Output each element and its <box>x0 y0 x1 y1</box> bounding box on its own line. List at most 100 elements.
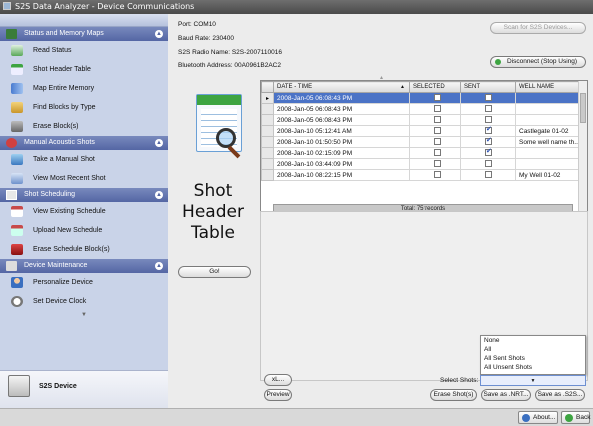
cell-well-name[interactable]: Castlegate 01-02 <box>515 125 580 137</box>
cell-sent[interactable] <box>460 169 516 181</box>
sent-checkbox[interactable] <box>485 171 492 179</box>
sidebar-item-map-entire-memory[interactable]: Map Entire Memory <box>0 79 168 98</box>
selected-checkbox[interactable] <box>434 127 441 135</box>
selected-checkbox[interactable] <box>434 105 441 113</box>
table-row[interactable]: 2008-Jan-10 08:22:15 PM My Well 01-02 <box>261 169 580 181</box>
cell-date-time[interactable]: 2008-Jan-10 08:22:15 PM <box>273 169 410 181</box>
sidebar-item-upload-new-schedule[interactable]: Upload New Schedule <box>0 221 168 240</box>
selected-checkbox[interactable] <box>434 94 441 102</box>
cell-selected[interactable] <box>409 103 461 115</box>
xl-button[interactable]: xL... <box>264 374 292 386</box>
cell-selected[interactable] <box>409 158 461 170</box>
cell-sent[interactable] <box>460 125 516 137</box>
cell-selected[interactable] <box>409 136 461 148</box>
cell-selected[interactable] <box>409 169 461 181</box>
sidebar-item-erase-schedule-blocks[interactable]: Erase Schedule Block(s) <box>0 240 168 259</box>
scan-devices-button[interactable]: Scan for S2S Devices... <box>490 22 586 34</box>
sidebar-item-read-status[interactable]: Read Status <box>0 41 168 60</box>
cell-selected[interactable] <box>409 114 461 126</box>
cell-sent[interactable] <box>460 92 516 104</box>
option-all[interactable]: All <box>481 345 585 354</box>
table-row[interactable]: 2008-Jan-10 02:15:09 PM <box>261 147 580 159</box>
sent-checkbox[interactable] <box>485 149 492 157</box>
table-row[interactable]: 2008-Jan-10 05:12:41 AM Castlegate 01-02 <box>261 125 580 137</box>
select-shots-dropdown[interactable]: ▼ <box>480 375 586 386</box>
cell-well-name[interactable] <box>515 103 580 115</box>
sidebar-item-view-most-recent-shot[interactable]: View Most Recent Shot <box>0 169 168 188</box>
cell-date-time[interactable]: 2008-Jan-05 06:08:43 PM <box>273 114 410 126</box>
row-header[interactable] <box>261 136 274 148</box>
cell-sent[interactable] <box>460 158 516 170</box>
section-status-and-memory-maps[interactable]: Status and Memory Maps ▲ <box>0 27 168 41</box>
cell-well-name[interactable]: Some well name th... <box>515 136 580 148</box>
sent-checkbox[interactable] <box>485 138 492 146</box>
section-device-maintenance[interactable]: Device Maintenance ▲ <box>0 259 168 273</box>
selected-checkbox[interactable] <box>434 171 441 179</box>
erase-shots-button[interactable]: Erase Shot(s) <box>430 389 477 401</box>
selected-checkbox[interactable] <box>434 138 441 146</box>
cell-date-time[interactable]: 2008-Jan-10 02:15:09 PM <box>273 147 410 159</box>
cell-date-time[interactable]: 2008-Jan-10 03:44:09 PM <box>273 158 410 170</box>
back-button[interactable]: Back <box>561 411 590 424</box>
save-s2s-button[interactable]: Save as .S2S... <box>535 389 585 401</box>
row-header[interactable] <box>261 169 274 181</box>
cell-well-name[interactable] <box>515 114 580 126</box>
option-all-unsent-shots[interactable]: All Unsent Shots <box>481 363 585 372</box>
table-row[interactable]: ▸ 2008-Jan-05 06:08:43 PM <box>261 92 580 104</box>
chevron-up-icon[interactable]: ▲ <box>155 262 163 270</box>
sidebar-item-personalize-device[interactable]: Personalize Device <box>0 273 168 292</box>
cell-sent[interactable] <box>460 147 516 159</box>
splitter-middle[interactable]: ▾ <box>424 204 427 211</box>
table-row[interactable]: 2008-Jan-10 01:50:50 PM Some well name th… <box>261 136 580 148</box>
save-nrt-button[interactable]: Save as .NRT... <box>481 389 531 401</box>
table-row[interactable]: 2008-Jan-05 06:08:43 PM <box>261 114 580 126</box>
sidebar-item-view-existing-schedule[interactable]: View Existing Schedule <box>0 202 168 221</box>
cell-selected[interactable] <box>409 92 461 104</box>
cell-selected[interactable] <box>409 147 461 159</box>
selected-checkbox[interactable] <box>434 160 441 168</box>
cell-date-time[interactable]: 2008-Jan-10 05:12:41 AM <box>273 125 410 137</box>
cell-sent[interactable] <box>460 136 516 148</box>
cell-sent[interactable] <box>460 114 516 126</box>
chevron-up-icon[interactable]: ▲ <box>155 30 163 38</box>
cell-selected[interactable] <box>409 125 461 137</box>
sent-checkbox[interactable] <box>485 94 492 102</box>
chevron-up-icon[interactable]: ▲ <box>155 139 163 147</box>
section-manual-acoustic-shots[interactable]: Manual Acoustic Shots ▲ <box>0 136 168 150</box>
about-button[interactable]: About... <box>518 411 558 424</box>
row-header[interactable]: ▸ <box>261 92 274 104</box>
table-row[interactable]: 2008-Jan-05 06:08:43 PM <box>261 103 580 115</box>
cell-sent[interactable] <box>460 103 516 115</box>
option-none[interactable]: None <box>481 336 585 345</box>
go-button[interactable]: Go! <box>178 266 251 278</box>
option-all-sent-shots[interactable]: All Sent Shots <box>481 354 585 363</box>
sent-checkbox[interactable] <box>485 116 492 124</box>
sent-checkbox[interactable] <box>485 127 492 135</box>
cell-date-time[interactable]: 2008-Jan-05 06:08:43 PM <box>273 103 410 115</box>
selected-checkbox[interactable] <box>434 116 441 124</box>
column-header-well-name[interactable]: WELL NAME <box>515 81 580 93</box>
sidebar-item-set-device-clock[interactable]: Set Device Clock <box>0 292 168 311</box>
row-header[interactable] <box>261 125 274 137</box>
scroll-down-icon[interactable]: ▼ <box>0 311 168 320</box>
sent-checkbox[interactable] <box>485 160 492 168</box>
cell-well-name[interactable] <box>515 92 580 104</box>
row-header[interactable] <box>261 114 274 126</box>
selected-checkbox[interactable] <box>434 149 441 157</box>
row-header[interactable] <box>261 147 274 159</box>
sent-checkbox[interactable] <box>485 105 492 113</box>
cell-well-name[interactable] <box>515 147 580 159</box>
row-header[interactable] <box>261 103 274 115</box>
grid-scrollbar[interactable] <box>578 81 587 217</box>
preview-button[interactable]: Preview <box>264 389 292 401</box>
cell-well-name[interactable]: My Well 01-02 <box>515 169 580 181</box>
sidebar-item-erase-blocks[interactable]: Erase Block(s) <box>0 117 168 136</box>
cell-date-time[interactable]: 2008-Jan-10 01:50:50 PM <box>273 136 410 148</box>
sidebar-item-find-blocks-by-type[interactable]: Find Blocks by Type <box>0 98 168 117</box>
sidebar-item-take-a-manual-shot[interactable]: Take a Manual Shot <box>0 150 168 169</box>
column-header-date-time[interactable]: DATE - TIME ▲ <box>273 81 410 93</box>
column-header-sent[interactable]: SENT <box>460 81 516 93</box>
cell-date-time[interactable]: 2008-Jan-05 06:08:43 PM <box>273 92 410 104</box>
column-header-selected[interactable]: SELECTED <box>409 81 461 93</box>
row-header[interactable] <box>261 158 274 170</box>
